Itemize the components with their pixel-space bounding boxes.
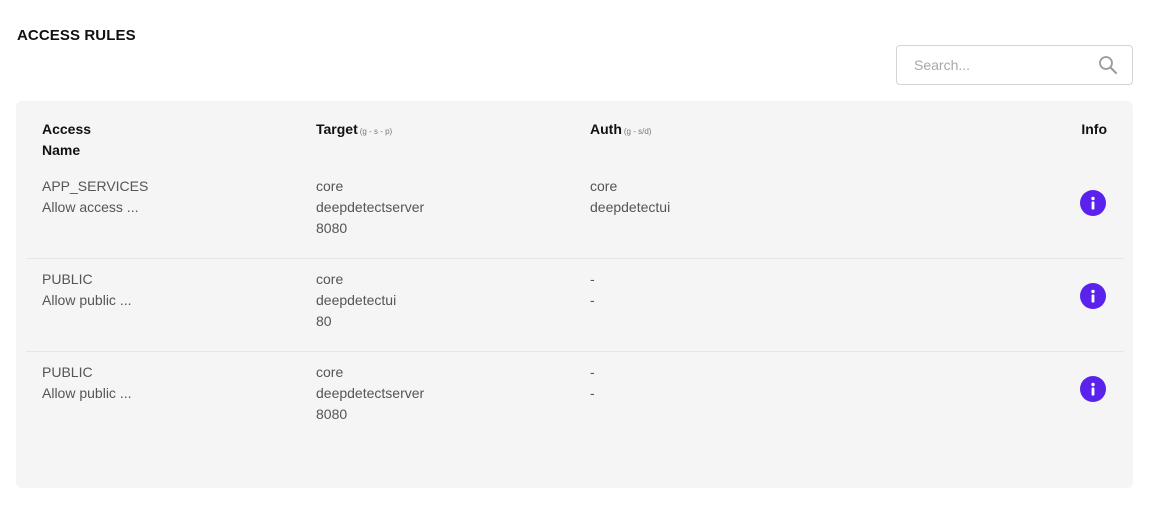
info-icon [1091,382,1095,396]
rule-name-cell: PUBLIC Allow public ... [42,269,131,311]
header-auth-hint: (g - s/d) [623,127,652,136]
target-service: deepdetectserver [316,385,425,401]
target-cell: core deepdetectui 80 [316,269,396,332]
auth-cell: - - [590,269,595,311]
table-row: APP_SERVICES Allow access ... core deepd… [26,166,1124,259]
auth-service: - [590,385,595,401]
rule-name: PUBLIC [42,271,93,287]
header-name-label: Name [42,142,81,158]
target-service: deepdetectui [316,292,397,308]
target-cell: core deepdetectserver 8080 [316,176,424,239]
search-icon[interactable] [1098,55,1118,75]
target-port: 8080 [316,220,348,236]
access-rules-table: Access Name Target (g - s - p) Auth (g - s… [16,101,1133,488]
header-target-hint: (g - s - p) [359,127,393,136]
info-icon [1091,196,1095,210]
target-port: 8080 [316,406,348,422]
header-target-label: Target [316,121,358,137]
header-info: Info [1081,121,1107,137]
auth-group: core [590,178,618,194]
info-button[interactable] [1080,190,1106,216]
rule-description: Allow public ... [42,385,132,401]
header-target: Target (g - s - p) [316,119,392,142]
target-group: core [316,364,344,380]
rule-name-cell: PUBLIC Allow public ... [42,362,131,404]
target-group: core [316,178,344,194]
info-icon [1091,289,1095,303]
rule-name: APP_SERVICES [42,178,149,194]
target-cell: core deepdetectserver 8080 [316,362,424,425]
table-row: PUBLIC Allow public ... core deepdetectu… [26,259,1124,352]
rule-name-cell: APP_SERVICES Allow access ... [42,176,148,218]
table-header: Access Name Target (g - s - p) Auth (g - s… [16,119,1133,163]
table-row: PUBLIC Allow public ... core deepdetects… [26,352,1124,445]
page-title: ACCESS RULES [17,27,136,44]
target-service: deepdetectserver [316,199,425,215]
auth-service: - [590,292,595,308]
header-access-name: Access Name [42,119,91,161]
auth-group: - [590,271,595,287]
rule-description: Allow public ... [42,292,132,308]
auth-cell: - - [590,362,595,404]
auth-group: - [590,364,595,380]
target-port: 80 [316,313,332,329]
rule-name: PUBLIC [42,364,93,380]
header-auth: Auth (g - s/d) [590,119,651,142]
target-group: core [316,271,344,287]
header-access-label: Access [42,121,92,137]
auth-service: deepdetectui [590,199,671,215]
auth-cell: core deepdetectui [590,176,670,218]
info-button[interactable] [1080,376,1106,402]
rule-description: Allow access ... [42,199,139,215]
search-box[interactable] [896,45,1133,85]
info-button[interactable] [1080,283,1106,309]
search-input[interactable] [914,57,1098,73]
header-auth-label: Auth [590,121,622,137]
